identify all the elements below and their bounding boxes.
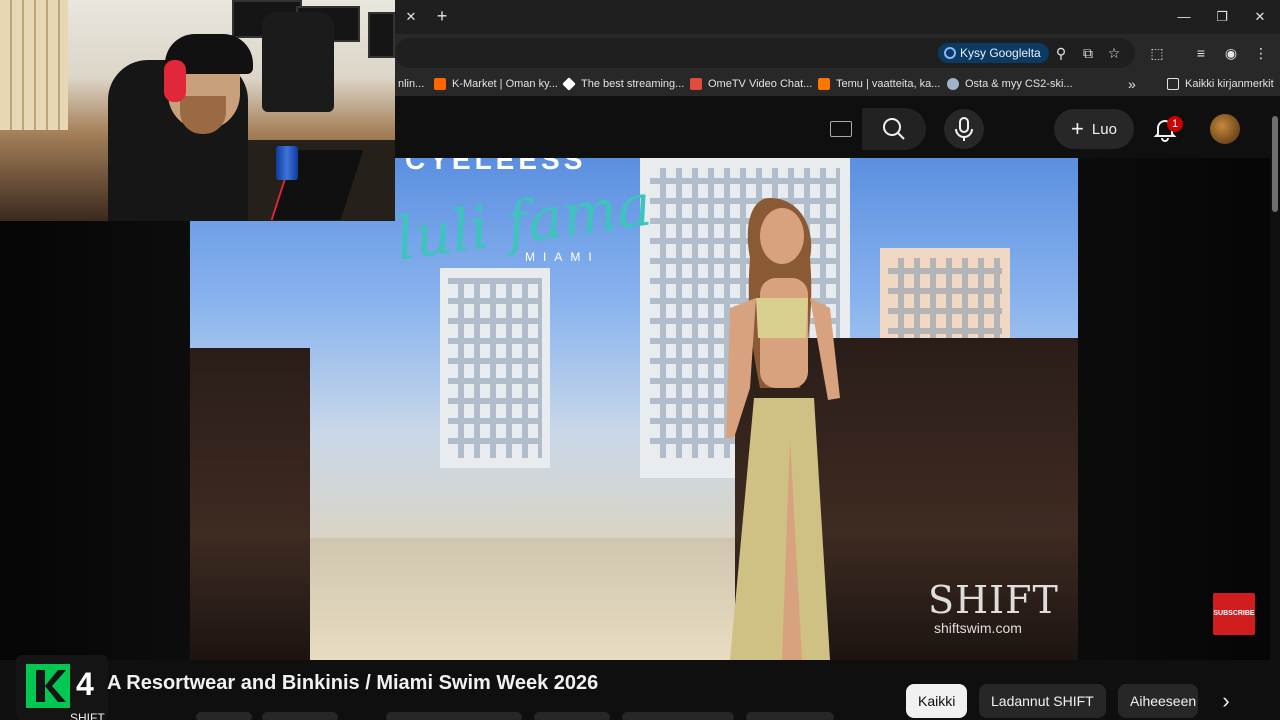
brand-logo: luli fama (391, 170, 656, 274)
channel-logo-number: 4 (76, 666, 94, 702)
tab-close-icon[interactable]: ✕ (402, 8, 420, 26)
extensions-icon[interactable]: ⬚ (1146, 42, 1168, 64)
bookmark-item[interactable]: Osta & myy CS2-ski... (947, 76, 1073, 92)
chip-uploaded-by[interactable]: Ladannut SHIFT (979, 684, 1106, 718)
bookmark-item[interactable]: K-Market | Oman ky... (434, 76, 558, 92)
keyboard-icon[interactable] (830, 121, 852, 137)
brand-logo-subtitle: MIAMI (525, 250, 600, 264)
bookmarks-more-button[interactable]: » (1128, 76, 1136, 92)
minimize-icon[interactable]: — (1173, 7, 1195, 27)
create-button[interactable]: + Luo (1054, 109, 1134, 149)
webcam-overlay (0, 0, 395, 221)
chip-related[interactable]: Aiheeseen (1118, 684, 1198, 718)
runway-model (726, 198, 840, 660)
scrollbar-thumb[interactable] (1272, 116, 1278, 212)
bookmark-item[interactable]: nlin... (398, 76, 424, 92)
webcam-shelf (0, 0, 68, 130)
microphone-icon (955, 117, 973, 141)
install-app-icon[interactable]: ⧉ (1077, 42, 1099, 64)
notification-count-badge: 1 (1167, 116, 1183, 132)
bookmark-item[interactable]: The best streaming... (562, 76, 684, 92)
voice-search-button[interactable] (944, 109, 984, 149)
profile-icon[interactable]: ◉ (1220, 42, 1242, 64)
ask-google-button[interactable]: Kysy Googlelta (938, 43, 1049, 63)
plus-icon: + (1071, 116, 1084, 141)
action-button[interactable] (196, 712, 252, 720)
diamond-icon (562, 77, 576, 91)
action-button[interactable] (622, 712, 734, 720)
video-watermark: SHIFT (928, 578, 1059, 622)
bookmark-item[interactable]: OmeTV Video Chat... (690, 76, 812, 92)
new-tab-icon[interactable]: + (432, 6, 452, 26)
channel-name[interactable]: SHIFT (70, 711, 105, 720)
subscribe-badge[interactable]: SUBSCRIBE (1213, 593, 1255, 635)
action-button[interactable] (534, 712, 610, 720)
action-button[interactable] (262, 712, 338, 720)
action-button[interactable] (746, 712, 834, 720)
account-avatar[interactable] (1210, 114, 1240, 144)
chat-icon (690, 78, 702, 90)
k-market-icon (434, 78, 446, 90)
chevron-right-icon[interactable]: › (1212, 688, 1240, 716)
action-button[interactable] (386, 712, 522, 720)
webcam-drink-can (276, 146, 298, 180)
create-label: Luo (1091, 120, 1117, 138)
restore-icon[interactable]: ❐ (1211, 7, 1233, 27)
webcam-monitor (368, 12, 395, 58)
search-button[interactable] (862, 108, 926, 150)
audience-left (190, 348, 310, 660)
bookmark-star-icon[interactable]: ☆ (1103, 42, 1125, 64)
browser-menu-icon[interactable]: ⋮ (1250, 42, 1272, 64)
ask-google-label: Kysy Googlelta (960, 46, 1041, 60)
video-title: A Resortwear and Binkinis / Miami Swim W… (107, 672, 599, 694)
window-close-icon[interactable]: ✕ (1249, 7, 1271, 27)
webcam-headphones (164, 60, 186, 102)
all-bookmarks-button[interactable]: Kaikki kirjanmerkit (1167, 76, 1274, 92)
background-building (440, 268, 550, 468)
video-player[interactable]: CYELEESS luli fama MIAMI SHIFT shiftswim… (190, 158, 1078, 660)
search-icon (883, 118, 905, 140)
video-watermark-url: shiftswim.com (934, 620, 1022, 636)
folder-icon (1167, 78, 1179, 90)
webcam-gaming-chair (262, 12, 334, 112)
cloud-icon (947, 78, 959, 90)
bookmark-item[interactable]: Temu | vaatteita, ka... (818, 76, 940, 92)
k-logo-icon (26, 664, 70, 708)
temu-icon (818, 78, 830, 90)
google-lens-icon (944, 47, 956, 59)
chip-all[interactable]: Kaikki (906, 684, 968, 718)
media-controls-icon[interactable]: ≡ (1190, 42, 1212, 64)
zoom-icon[interactable]: ⚲ (1050, 42, 1072, 64)
brand-banner-text: CYELEESS (405, 158, 587, 175)
